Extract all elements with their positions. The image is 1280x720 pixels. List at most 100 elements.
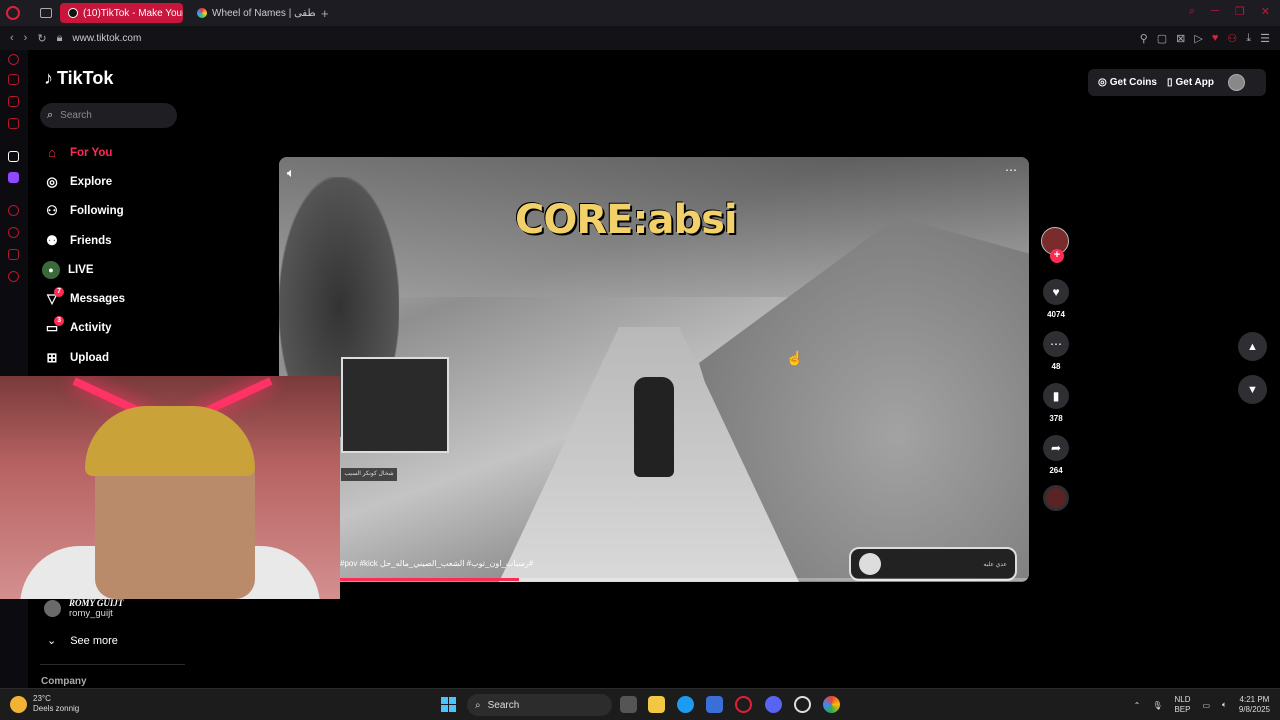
- weather-widget[interactable]: 23°C Deels zonnig: [10, 694, 79, 714]
- tiktok-favicon-icon: [68, 8, 78, 18]
- search-icon: ⌕: [47, 109, 54, 121]
- player-sidebar-icon[interactable]: [8, 205, 19, 216]
- footer-company-heading[interactable]: Company: [41, 676, 87, 687]
- new-tab-plus-icon[interactable]: +: [321, 6, 329, 21]
- lock-icon: 🔒︎: [56, 31, 63, 44]
- menu-item-upload[interactable]: ⊞ Upload: [42, 343, 192, 372]
- music-disc-icon[interactable]: [1043, 485, 1069, 511]
- like-action[interactable]: ♥ 4074: [1041, 279, 1071, 319]
- pinboard-icon[interactable]: [8, 249, 19, 260]
- messages-icon: ▽ 7: [42, 287, 64, 307]
- minimize-icon[interactable]: ─: [1211, 5, 1219, 18]
- tab-wheel-of-names[interactable]: Wheel of Names | مصطفى: [189, 3, 315, 23]
- history-icon[interactable]: [8, 54, 19, 65]
- address-bar: ‹ › ↻ 🔒︎ www.tiktok.com ⚲ ▢ ⊠ ▷ ♥ ⚇ ⤓ ☰: [0, 26, 1280, 50]
- network-icon[interactable]: ▭: [1202, 701, 1210, 710]
- address-bar-tools: ⚲ ▢ ⊠ ▷ ♥ ⚇ ⤓ ☰: [1140, 32, 1270, 45]
- video-progress-bar[interactable]: [279, 578, 1029, 581]
- menu-label: Messages: [70, 293, 125, 306]
- bookmark-heart-icon[interactable]: ♥: [1212, 32, 1219, 45]
- chrome-icon[interactable]: [823, 696, 840, 713]
- player-icon[interactable]: ▷: [1194, 32, 1202, 45]
- next-video-chevron-down-icon[interactable]: ▼: [1238, 375, 1267, 404]
- account-icon[interactable]: ⚇: [1227, 32, 1237, 45]
- settings-gear-icon[interactable]: [8, 271, 19, 282]
- tiktok-sidebar-menu: ⌂ For You ◎ Explore ⚇ Following ⚉ Friend…: [42, 138, 192, 372]
- volume-icon[interactable]: 🔈︎: [287, 165, 295, 181]
- microphone-icon[interactable]: 🎙︎: [1152, 701, 1162, 710]
- task-view-icon[interactable]: [620, 696, 637, 713]
- partly-sunny-icon: [10, 695, 27, 713]
- menu-item-explore[interactable]: ◎ Explore: [42, 167, 192, 196]
- see-more-button[interactable]: ⌄ See more: [47, 634, 118, 648]
- friends-icon: ⚉: [46, 232, 58, 248]
- video-player[interactable]: CORE:absi شخال كونكر السيب عدي عليه #pov…: [279, 157, 1029, 582]
- menu-item-friends[interactable]: ⚉ Friends: [42, 226, 192, 255]
- speaker-icon[interactable]: 🔈︎: [1222, 700, 1227, 710]
- bookmark-icon[interactable]: ▮: [1043, 383, 1069, 409]
- close-icon[interactable]: ✕: [1261, 5, 1270, 18]
- mouse-cursor-icon: ☝: [786, 350, 804, 366]
- clock-icon[interactable]: [8, 227, 19, 238]
- download-icon[interactable]: ⤓: [1246, 32, 1251, 45]
- wheel-favicon-icon: [197, 8, 207, 18]
- tray-chevron-up-icon[interactable]: ⌃: [1134, 701, 1141, 710]
- restore-icon[interactable]: ❐: [1235, 5, 1245, 18]
- hud-text: عدي عليه: [983, 561, 1007, 568]
- pin-icon[interactable]: ⚲: [1140, 32, 1148, 45]
- save-action[interactable]: ▮ 378: [1041, 383, 1071, 423]
- url-field[interactable]: www.tiktok.com: [72, 33, 141, 44]
- share-icon[interactable]: ➦: [1043, 435, 1069, 461]
- store-icon[interactable]: [706, 696, 723, 713]
- forward-icon[interactable]: ›: [24, 32, 28, 44]
- file-explorer-icon[interactable]: [648, 696, 665, 713]
- tab-tiktok[interactable]: (10)TikTok - Make Your D: [60, 3, 183, 23]
- menu-icon[interactable]: ☰: [1260, 32, 1270, 45]
- comment-action[interactable]: ⋯ 48: [1041, 331, 1071, 371]
- suggested-account[interactable]: ROMY GUIJT romy_guijt: [44, 598, 123, 619]
- tiktok-logo[interactable]: ♪ TikTok: [44, 68, 113, 89]
- share-action[interactable]: ➦ 264: [1041, 435, 1071, 475]
- back-icon[interactable]: ‹: [10, 32, 14, 44]
- previous-video-chevron-up-icon[interactable]: ▲: [1238, 332, 1267, 361]
- reload-icon[interactable]: ↻: [37, 32, 46, 45]
- divider: [40, 664, 185, 665]
- get-app-button[interactable]: ▯ Get App: [1167, 77, 1214, 88]
- tiktok-note-icon: ♪: [44, 68, 53, 88]
- edge-icon[interactable]: [677, 696, 694, 713]
- vpn-icon[interactable]: ⊠: [1176, 32, 1185, 45]
- shopping-icon[interactable]: [8, 74, 19, 85]
- messages-badge: 7: [54, 287, 64, 298]
- menu-item-for-you[interactable]: ⌂ For You: [42, 138, 192, 167]
- author-avatar[interactable]: +: [1041, 227, 1069, 263]
- menu-item-live[interactable]: ● LIVE: [42, 255, 192, 284]
- menu-item-activity[interactable]: ▭ 3 Activity: [42, 314, 192, 343]
- sidebar-app-icon[interactable]: [8, 151, 19, 162]
- menu-label: LIVE: [68, 263, 94, 276]
- more-options-icon[interactable]: ⋯: [1005, 163, 1017, 177]
- get-coins-button[interactable]: ◎ Get Coins: [1098, 77, 1157, 88]
- share-count: 264: [1049, 466, 1063, 475]
- workspaces-icon[interactable]: [40, 8, 52, 18]
- clock[interactable]: 4:21 PM 9/8/2025: [1239, 695, 1270, 715]
- video-streamer-cam: [341, 357, 449, 453]
- taskbar-search[interactable]: ⌕ Search: [467, 694, 612, 716]
- settings-icon[interactable]: [794, 696, 811, 713]
- snapshot-icon[interactable]: ▢: [1157, 32, 1167, 45]
- opera-logo-icon[interactable]: [6, 6, 20, 20]
- discord-icon[interactable]: [765, 696, 782, 713]
- comment-icon[interactable]: ⋯: [1043, 331, 1069, 357]
- messenger-icon[interactable]: [8, 96, 19, 107]
- twitch-icon[interactable]: [8, 172, 19, 183]
- opera-gx-icon[interactable]: [735, 696, 752, 713]
- search-input[interactable]: ⌕ Search: [40, 103, 177, 128]
- heart-icon[interactable]: ♥: [1043, 279, 1069, 305]
- instagram-icon[interactable]: [8, 118, 19, 129]
- language-indicator[interactable]: NLD BEP: [1174, 695, 1190, 715]
- search-tabs-icon[interactable]: ⌕: [1189, 5, 1195, 18]
- start-button[interactable]: [441, 697, 456, 712]
- profile-avatar[interactable]: [1228, 74, 1245, 91]
- follow-plus-icon[interactable]: +: [1050, 249, 1064, 263]
- menu-item-messages[interactable]: ▽ 7 Messages: [42, 284, 192, 313]
- menu-item-following[interactable]: ⚇ Following: [42, 197, 192, 226]
